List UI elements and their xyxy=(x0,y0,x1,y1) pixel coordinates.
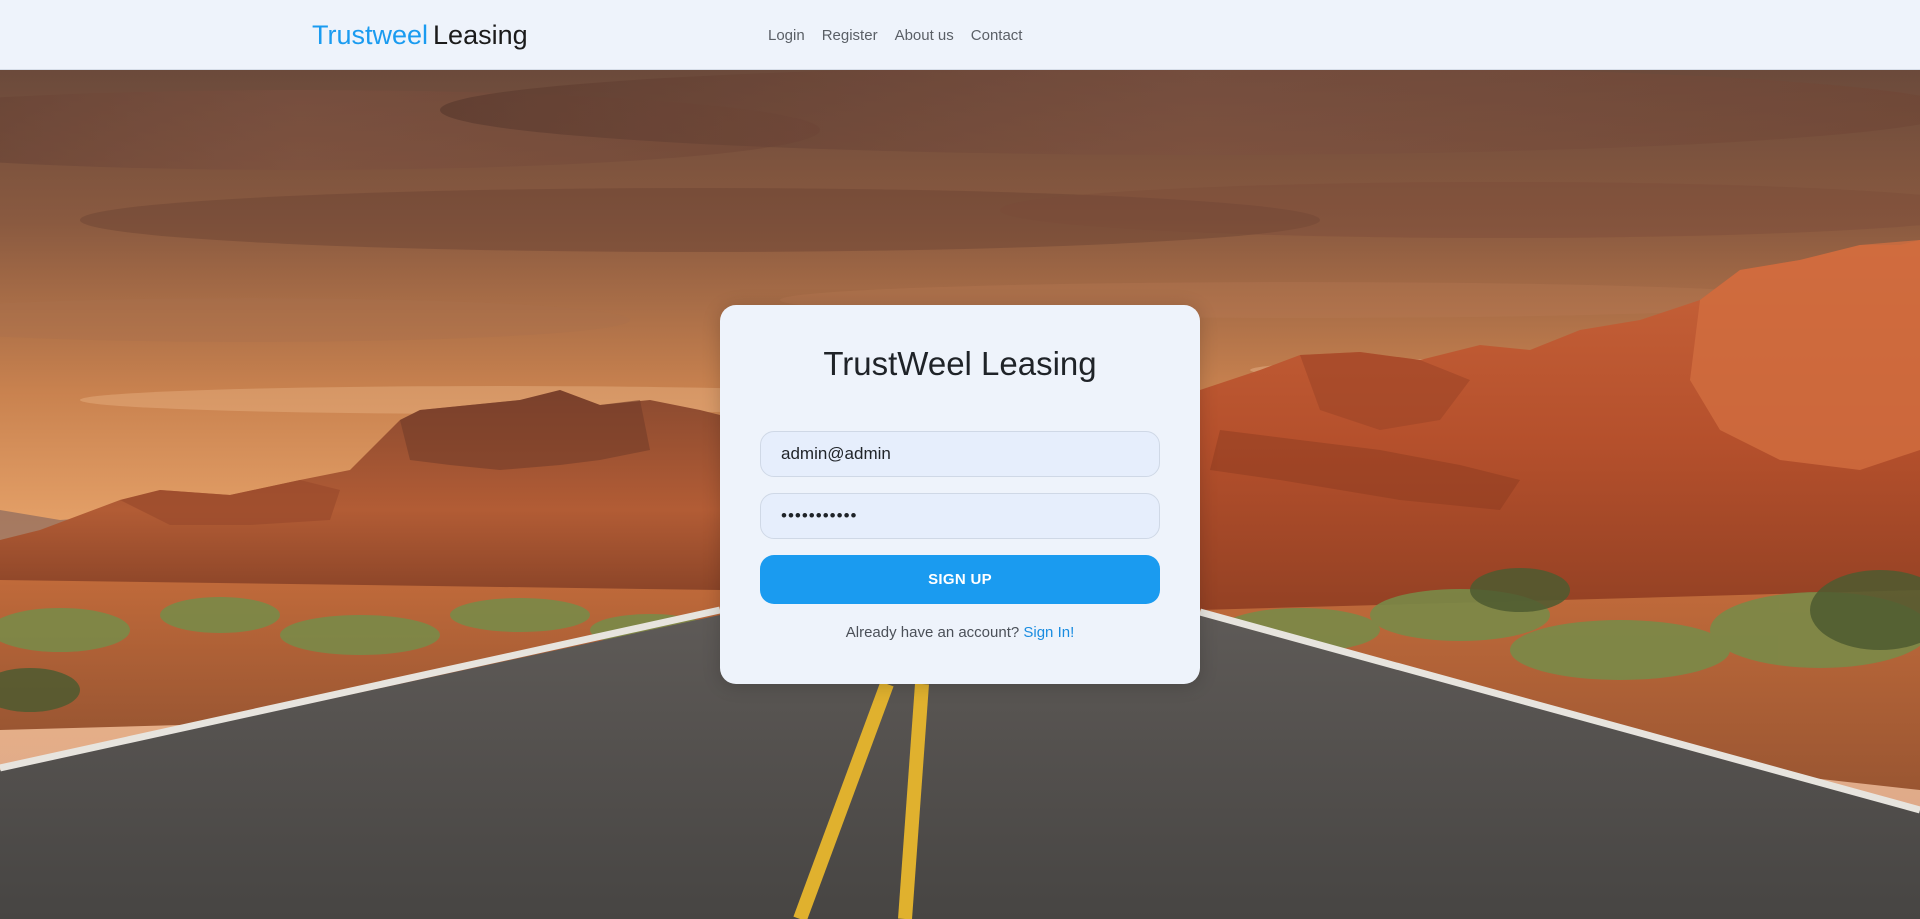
sign-in-link[interactable]: Sign In! xyxy=(1023,624,1074,641)
sign-up-button[interactable]: SIGN UP xyxy=(760,555,1160,604)
brand-logo[interactable]: Trustweel Leasing xyxy=(312,20,528,50)
signin-prompt-text: Already have an account? xyxy=(845,624,1020,641)
signup-card: TrustWeel Leasing SIGN UP Already have a… xyxy=(720,305,1200,684)
email-field[interactable] xyxy=(760,431,1160,477)
password-field[interactable] xyxy=(760,493,1160,539)
brand-name-part1: Trustweel xyxy=(312,20,429,50)
nav-link-about-us[interactable]: About us xyxy=(895,26,954,46)
nav-links: Login Register About us Contact xyxy=(768,26,1022,46)
brand-name-part2: Leasing xyxy=(433,20,528,50)
signin-prompt-row: Already have an account? Sign In! xyxy=(720,623,1200,643)
nav-link-register[interactable]: Register xyxy=(822,26,878,46)
nav-link-login[interactable]: Login xyxy=(768,26,805,46)
nav-link-contact[interactable]: Contact xyxy=(971,26,1023,46)
card-title: TrustWeel Leasing xyxy=(823,345,1097,382)
top-navbar: Trustweel Leasing Login Register About us… xyxy=(0,0,1920,70)
